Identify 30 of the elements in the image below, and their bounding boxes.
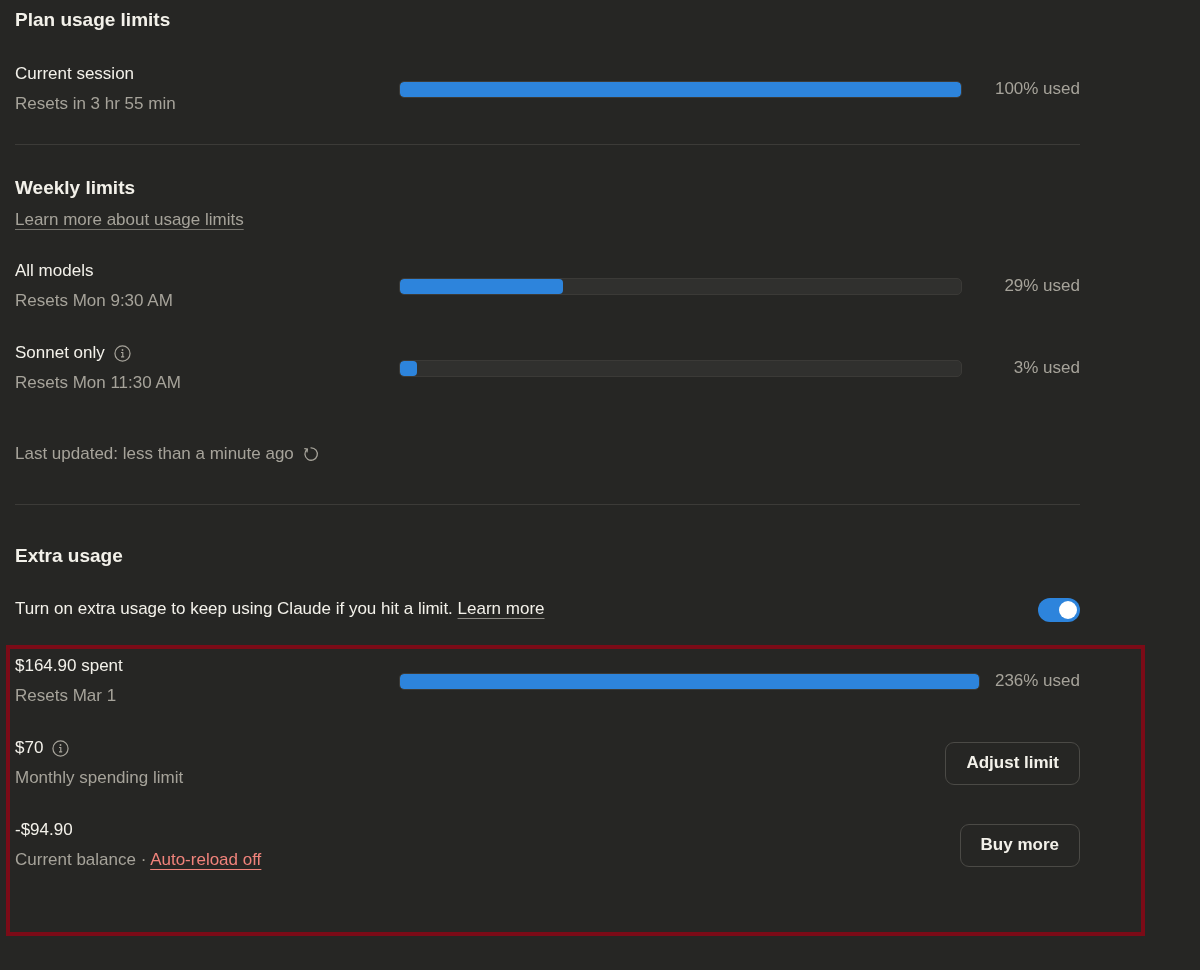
reset-time: Resets in 3 hr 55 min bbox=[15, 93, 176, 115]
section-heading: Extra usage bbox=[15, 544, 123, 568]
amount-caption: Monthly spending limit bbox=[15, 767, 184, 789]
refresh-icon[interactable] bbox=[302, 446, 319, 462]
usage-reading: 236% used bbox=[994, 670, 1080, 692]
amount-value: -$94.90 bbox=[15, 819, 73, 841]
usage-limits-link[interactable]: Learn more about usage limits bbox=[15, 208, 244, 232]
auto-reload-link[interactable]: Auto-reload off bbox=[150, 850, 262, 869]
amount-value: $70 bbox=[15, 737, 44, 759]
action-button[interactable]: Buy more bbox=[959, 823, 1080, 867]
extra-usage-description: Turn on extra usage to keep using Claude if you hit a limit. Learn more bbox=[15, 597, 545, 620]
balance-note: Current balance · Auto-reload off bbox=[15, 849, 262, 871]
action-button[interactable]: Adjust limit bbox=[945, 741, 1080, 785]
meter-label: Current session bbox=[15, 63, 135, 85]
usage-reading: 29% used bbox=[1004, 275, 1080, 297]
learn-more-link[interactable]: Learn more bbox=[457, 598, 545, 618]
reset-time: Resets Mar 1 bbox=[15, 685, 117, 707]
meter-label: Sonnet only bbox=[15, 342, 105, 364]
info-icon[interactable] bbox=[113, 344, 131, 362]
section-heading: Weekly limits bbox=[15, 176, 136, 200]
usage-reading: 3% used bbox=[1013, 357, 1080, 379]
last-updated-text: Last updated: less than a minute ago bbox=[15, 443, 294, 465]
section-heading: Plan usage limits bbox=[15, 8, 171, 32]
meter-label: All models bbox=[15, 260, 94, 282]
info-icon[interactable] bbox=[52, 739, 70, 757]
toggle-switch[interactable] bbox=[1038, 598, 1080, 622]
reset-time: Resets Mon 11:30 AM bbox=[15, 372, 181, 394]
reset-time: Resets Mon 9:30 AM bbox=[15, 290, 173, 312]
meter-label: $164.90 spent bbox=[15, 655, 123, 677]
usage-reading: 100% used bbox=[994, 78, 1080, 100]
